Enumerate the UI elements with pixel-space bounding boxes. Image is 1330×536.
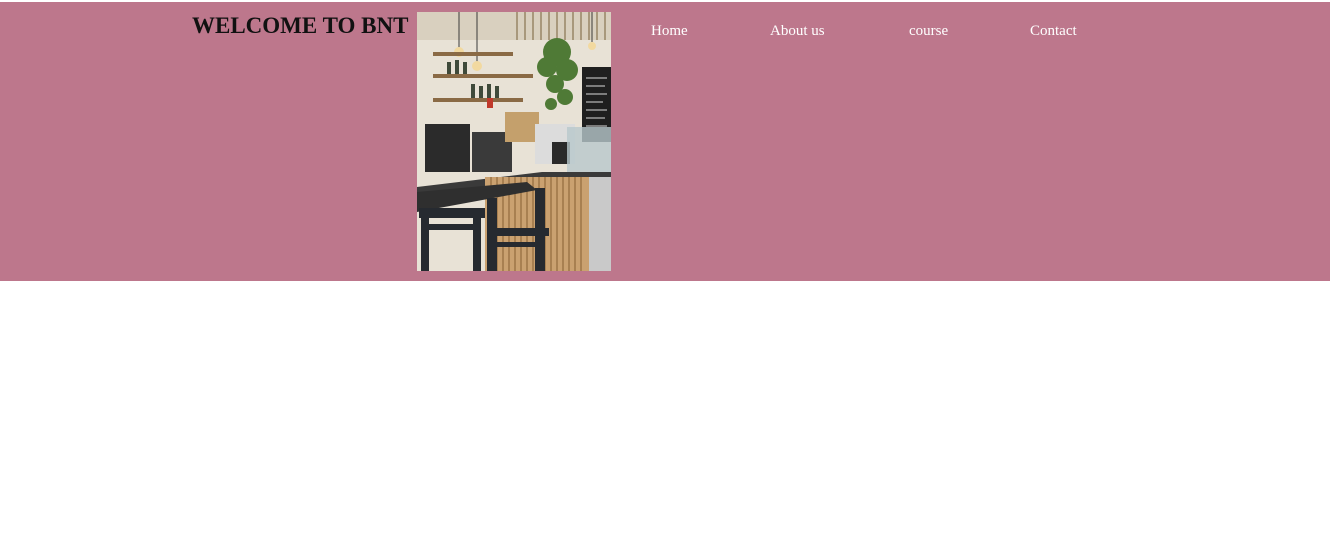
main-content	[0, 281, 1330, 536]
nav-link-about-us[interactable]: About us	[770, 20, 825, 42]
nav-link-contact[interactable]: Contact	[1030, 20, 1077, 42]
site-header: WELCOME TO BNT Home About us course Cont…	[0, 2, 1330, 281]
nav-link-course[interactable]: course	[909, 20, 948, 42]
cafe-interior-photo	[417, 12, 611, 271]
page: WELCOME TO BNT Home About us course Cont…	[0, 0, 1330, 536]
main-nav: Home About us course Contact	[0, 20, 1330, 44]
nav-link-home[interactable]: Home	[651, 20, 688, 42]
